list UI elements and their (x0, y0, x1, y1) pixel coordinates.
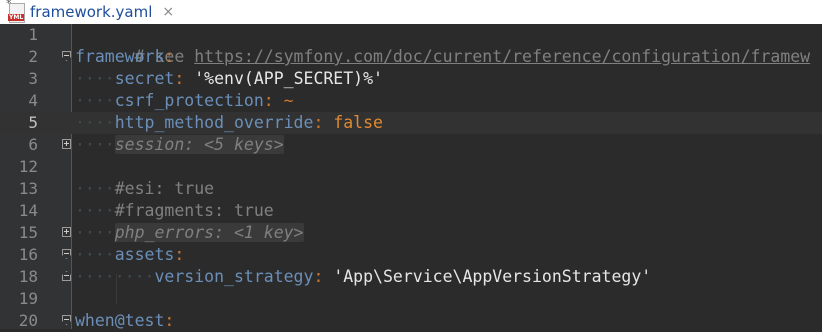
colon: : (164, 47, 175, 66)
tab-title: framework.yaml (30, 3, 153, 21)
yaml-boolean-value: false (333, 113, 383, 132)
comment-text: #fragments: true (114, 201, 274, 220)
code-line-current[interactable]: 5 ····http_method_override: false (0, 112, 822, 134)
code-line[interactable]: 13 ····#esi: true (0, 178, 822, 200)
code-line[interactable]: 16 ····assets: (0, 244, 822, 266)
line-number: 12 (18, 157, 38, 176)
colon: : (174, 69, 185, 88)
yaml-key: csrf_protection (114, 91, 264, 110)
code-line[interactable]: 14 ····#fragments: true (0, 200, 822, 222)
code-line[interactable]: 2 framework: (0, 46, 822, 68)
colon: : (313, 113, 324, 132)
line-number: 5 (28, 113, 38, 132)
comment-text: #esi: true (114, 179, 215, 198)
line-number: 14 (18, 201, 38, 220)
tab-close-icon[interactable]: × (162, 4, 174, 20)
fold-end-icon[interactable] (62, 271, 71, 281)
line-number: 3 (28, 69, 38, 88)
line-number: 2 (28, 47, 38, 66)
yaml-key: secret (114, 69, 175, 88)
line-number: 1 (28, 25, 38, 44)
fold-collapse-icon[interactable] (62, 315, 71, 325)
fold-collapse-icon[interactable] (62, 249, 71, 259)
code-line[interactable]: 12 (0, 156, 822, 178)
yaml-key: assets (114, 245, 175, 264)
code-line[interactable]: 15 ····php_errors: <1 key> (0, 222, 822, 244)
yaml-key: http_method_override (114, 113, 314, 132)
line-number: 16 (18, 245, 38, 264)
code-editor[interactable]: 1 # see https://symfony.com/doc/current/… (0, 24, 822, 330)
line-number: 13 (18, 179, 38, 198)
code-line[interactable]: 6 ····session: <5 keys> (0, 134, 822, 156)
code-line[interactable]: 4 ····csrf_protection: ~ (0, 90, 822, 112)
code-line[interactable]: 3 ····secret: '%env(APP_SECRET)%' (0, 68, 822, 90)
yaml-key: version_strategy (154, 267, 314, 286)
fold-expand-icon[interactable] (62, 139, 71, 149)
line-number: 4 (28, 91, 38, 110)
colon: : (164, 311, 175, 330)
yaml-file-icon: * YML (6, 0, 28, 23)
modified-marker: * (6, 0, 12, 10)
folded-region[interactable]: php_errors: <1 key> (114, 223, 304, 242)
colon: : (313, 267, 324, 286)
yaml-string-value: '%env(APP_SECRET)%' (194, 69, 383, 88)
yaml-key: when@test (75, 311, 165, 330)
code-line[interactable]: 1 # see https://symfony.com/doc/current/… (0, 24, 822, 66)
fold-collapse-icon[interactable] (62, 51, 71, 61)
colon: : (263, 91, 274, 110)
file-type-label: YML (8, 14, 25, 21)
line-number: 6 (28, 135, 38, 154)
yaml-string-value: 'App\Service\AppVersionStrategy' (333, 267, 652, 286)
folded-region[interactable]: session: <5 keys> (114, 135, 284, 154)
line-number: 19 (18, 289, 38, 308)
tab-framework-yaml[interactable]: * YML framework.yaml × (0, 0, 180, 24)
indent-guide (116, 274, 117, 304)
line-number: 18 (18, 267, 38, 286)
fold-expand-icon[interactable] (62, 227, 71, 237)
code-line[interactable]: 18 ········version_strategy: 'App\Servic… (0, 266, 822, 288)
editor-tab-bar: * YML framework.yaml × (0, 0, 822, 25)
yaml-null-value: ~ (283, 91, 294, 110)
colon: : (174, 245, 185, 264)
code-line[interactable]: 19 (0, 288, 822, 310)
line-number: 15 (18, 223, 38, 242)
yaml-key: framework (75, 47, 165, 66)
